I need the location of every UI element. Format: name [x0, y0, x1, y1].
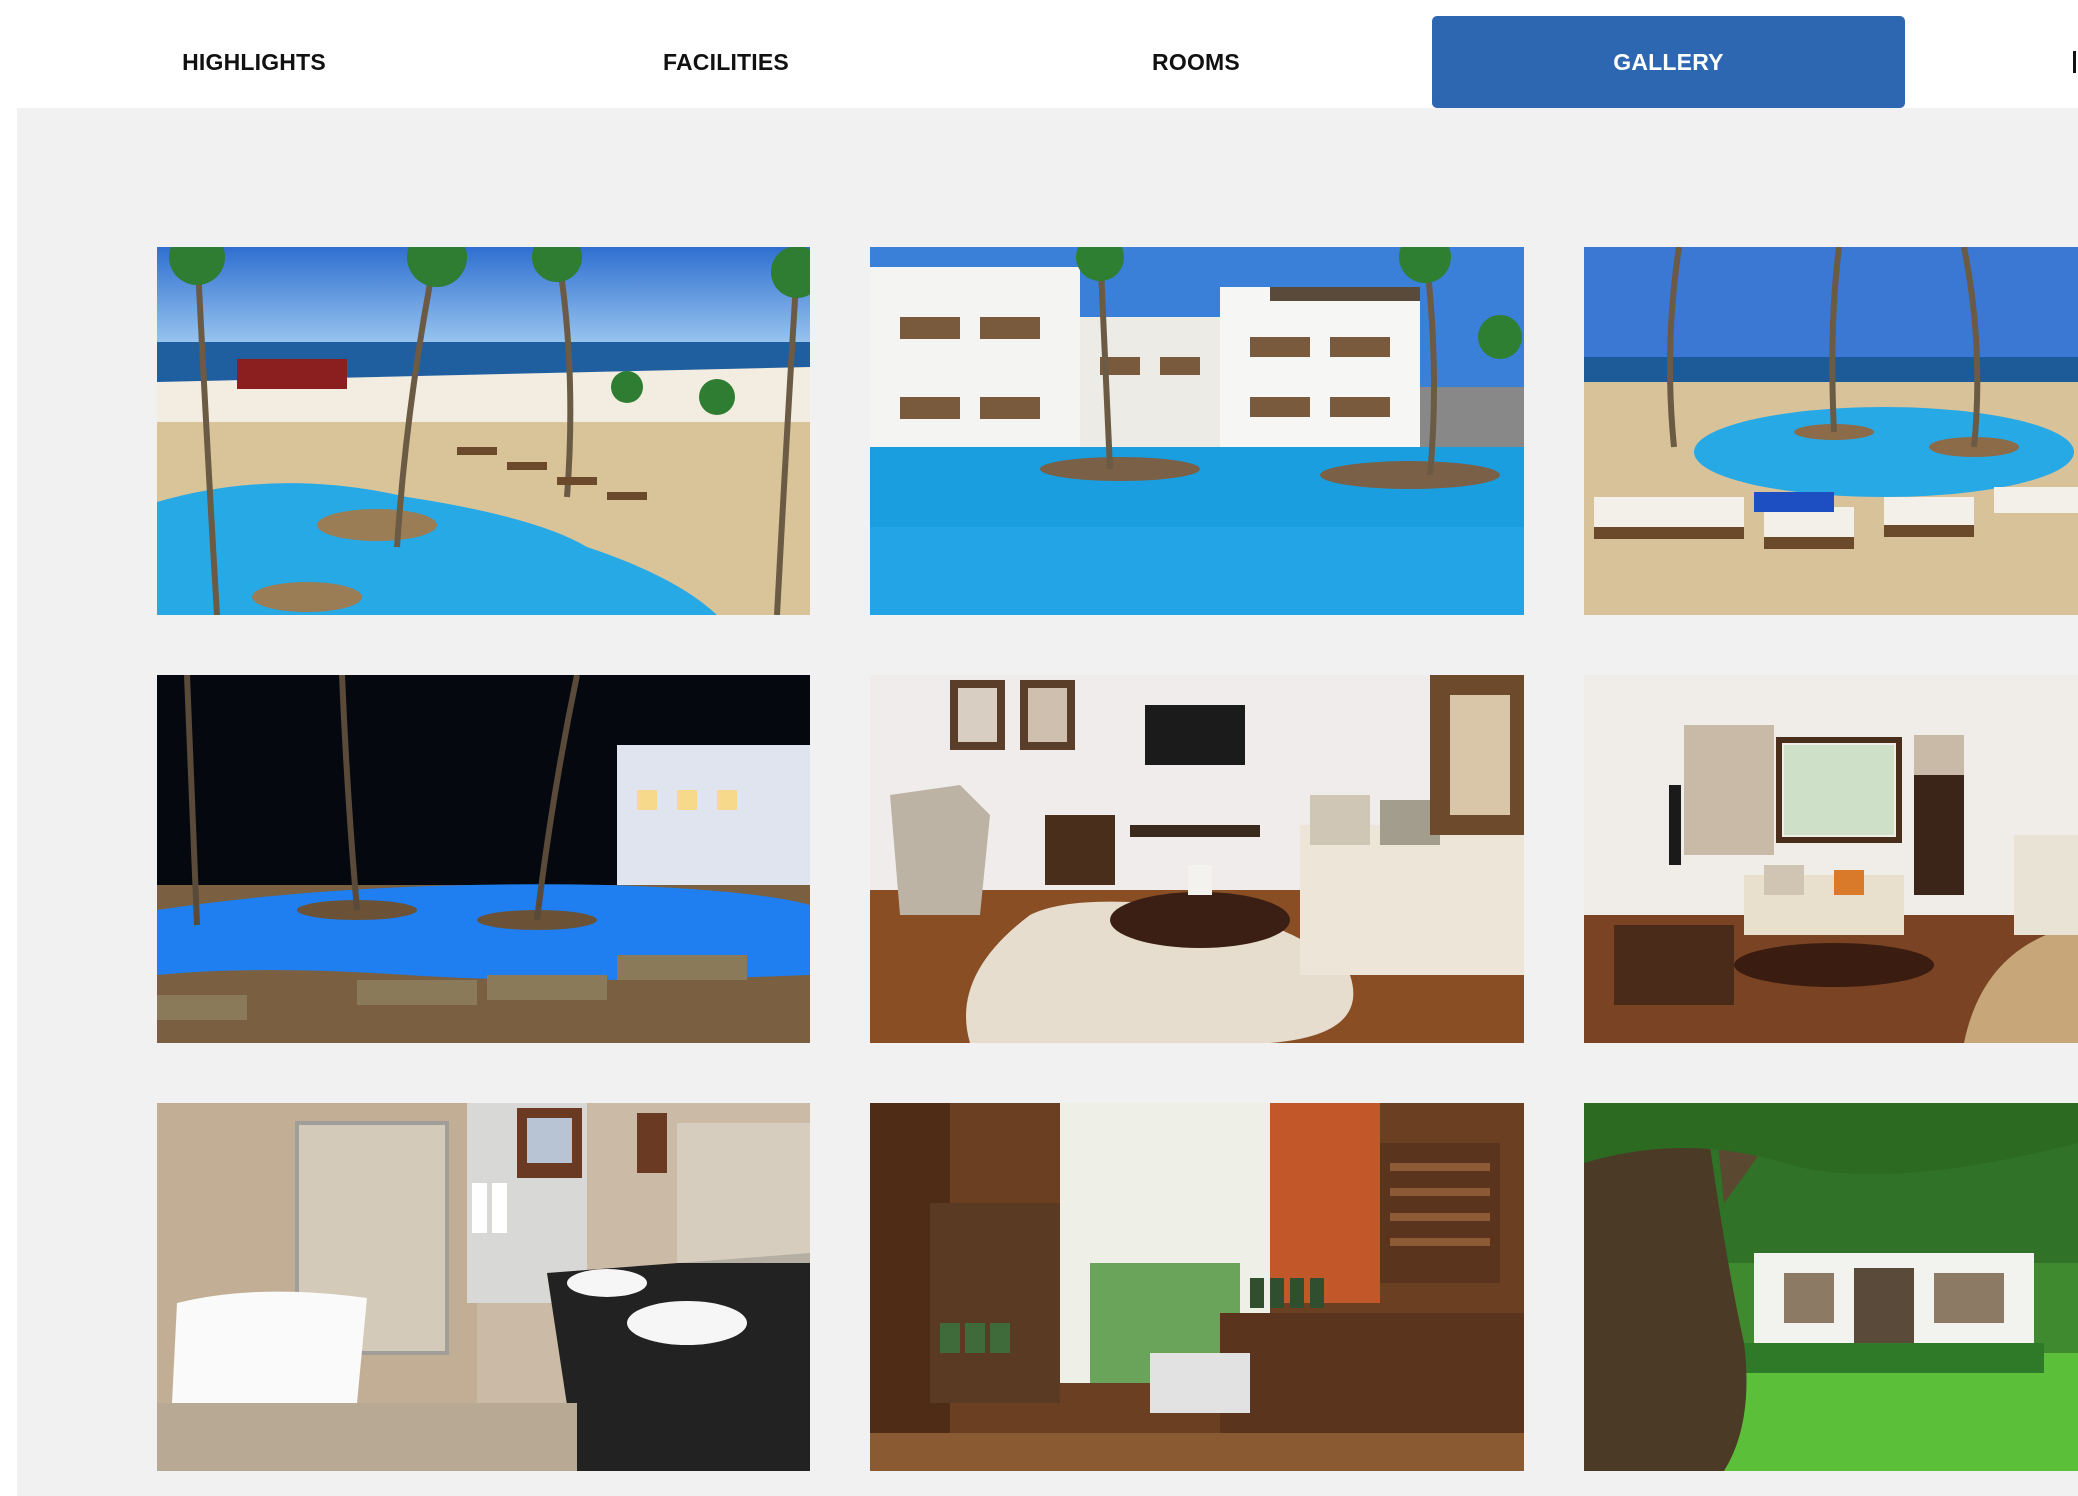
gallery-photo-bathroom[interactable]: [157, 1103, 810, 1471]
gallery-photo-suite-lounge[interactable]: [1584, 675, 2078, 1043]
photo-image: [1584, 1103, 2078, 1471]
tab-next-partial[interactable]: [2068, 16, 2078, 108]
photo-image: [870, 247, 1524, 615]
photo-image: [870, 675, 1524, 1043]
photo-image: [157, 675, 810, 1043]
gallery-photo-hotel-pool[interactable]: [870, 247, 1524, 615]
gallery-photo-garden[interactable]: [1584, 1103, 2078, 1471]
gallery-photo-living-room[interactable]: [870, 675, 1524, 1043]
gallery-photo-night-pool[interactable]: [157, 675, 810, 1043]
tab-highlights[interactable]: HIGHLIGHTS: [18, 16, 490, 108]
tab-gallery[interactable]: GALLERY: [1432, 16, 1905, 108]
page: HIGHLIGHTS FACILITIES ROOMS GALLERY: [0, 0, 2078, 1496]
photo-image: [157, 247, 810, 615]
photo-image: [1584, 247, 2078, 615]
photo-image: [870, 1103, 1524, 1471]
gallery-photo-boutique[interactable]: [870, 1103, 1524, 1471]
gallery-photo-beach-pool[interactable]: [157, 247, 810, 615]
photo-image: [157, 1103, 810, 1471]
section-tab-bar: HIGHLIGHTS FACILITIES ROOMS GALLERY: [0, 0, 2078, 108]
tab-rooms[interactable]: ROOMS: [960, 16, 1432, 108]
gallery-panel: [17, 108, 2078, 1496]
gallery-photo-pool-sunbeds[interactable]: [1584, 247, 2078, 615]
photo-image: [1584, 675, 2078, 1043]
tab-facilities[interactable]: FACILITIES: [490, 16, 962, 108]
